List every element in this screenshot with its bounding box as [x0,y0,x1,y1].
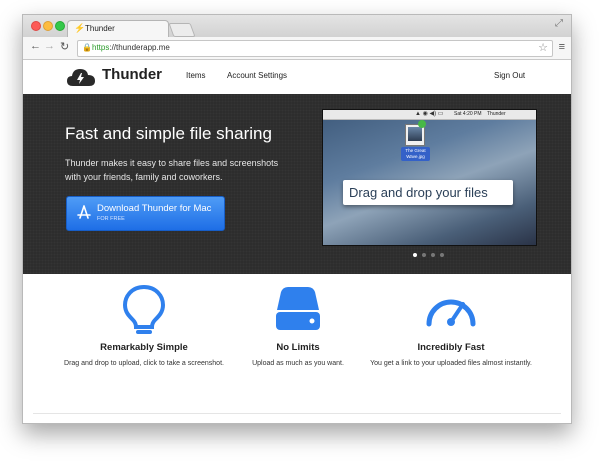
features-section: Remarkably Simple Drag and drop to uploa… [23,274,571,414]
hero-section: Fast and simple file sharing Thunder mak… [23,94,571,274]
address-bar[interactable]: 🔒 https://thunderapp.me ☆ [77,40,553,57]
tab-title: Thunder [85,24,115,33]
hero-title: Fast and simple file sharing [65,124,272,143]
feature-description: Upload as much as you want. [252,360,344,367]
drag-indicator-icon [418,120,426,128]
feature-title: Remarkably Simple [100,342,188,353]
menubar-status-icons: ▲ ◉ ◀) ▭ [415,111,444,117]
zoom-window-button[interactable] [55,21,65,31]
lightbulb-icon [122,284,166,334]
menubar-app: Thunder [487,111,506,117]
app-store-icon [77,205,91,219]
back-icon[interactable]: ← [30,40,41,52]
menubar-time: Sat 4:20 PM [454,111,482,117]
nav-account-settings-link[interactable]: Account Settings [227,71,287,80]
drag-and-drop-banner: Drag and drop your files [343,180,513,205]
feature-title: No Limits [276,342,320,353]
speedometer-icon [426,299,476,327]
bookmark-star-icon[interactable]: ☆ [538,41,548,54]
lightning-icon: ⚡ [74,23,86,33]
site-header: Thunder Items Account Settings Sign Out [23,60,571,94]
fullscreen-icon[interactable]: ⤢ [555,18,563,29]
page-divider [33,413,561,414]
mac-menubar: ▲ ◉ ◀) ▭ Sat 4:20 PM Thunder [323,110,536,120]
nav-items-link[interactable]: Items [186,71,206,80]
carousel-dot[interactable] [440,253,444,257]
reload-icon[interactable]: ↻ [60,40,69,53]
tab-strip: ⚡ Thunder ⤢ [23,15,571,38]
menu-icon[interactable]: ≡ [559,41,565,53]
sign-out-link[interactable]: Sign Out [494,71,525,80]
cloud-logo-icon[interactable] [66,66,96,88]
browser-toolbar: ← → ↻ 🔒 https://thunderapp.me ☆ ≡ [23,37,571,60]
url-text: https://thunderapp.me [92,43,170,52]
download-button-label: Download Thunder for Mac [97,203,212,214]
feature-title: Incredibly Fast [417,342,485,353]
browser-tab[interactable]: ⚡ Thunder [67,20,169,38]
download-button-sublabel: FOR FREE [97,216,125,222]
lock-icon: 🔒 [82,43,92,52]
close-window-button[interactable] [31,21,41,31]
drive-icon [276,287,320,330]
feature-description: Drag and drop to upload, click to take a… [64,360,224,367]
carousel-dot[interactable] [431,253,435,257]
download-button[interactable]: Download Thunder for Mac FOR FREE [66,196,225,231]
minimize-window-button[interactable] [43,21,53,31]
product-screenshot: ▲ ◉ ◀) ▭ Sat 4:20 PM Thunder The Great W… [322,109,537,246]
carousel-dot[interactable] [413,253,417,257]
forward-icon[interactable]: → [44,40,55,52]
drag-and-drop-text: Drag and drop your files [349,185,488,200]
feature-description: You get a link to your uploaded files al… [370,360,532,367]
browser-window: ⚡ Thunder ⤢ ← → ↻ 🔒 https://thunderapp.m… [22,14,572,424]
brand-name[interactable]: Thunder [102,66,162,83]
carousel-dot[interactable] [422,253,426,257]
new-tab-button[interactable] [168,23,196,37]
carousel-dots [413,253,453,259]
file-label: The Great Wave.jpg [401,147,430,161]
hero-subtitle: Thunder makes it easy to share files and… [65,158,279,182]
